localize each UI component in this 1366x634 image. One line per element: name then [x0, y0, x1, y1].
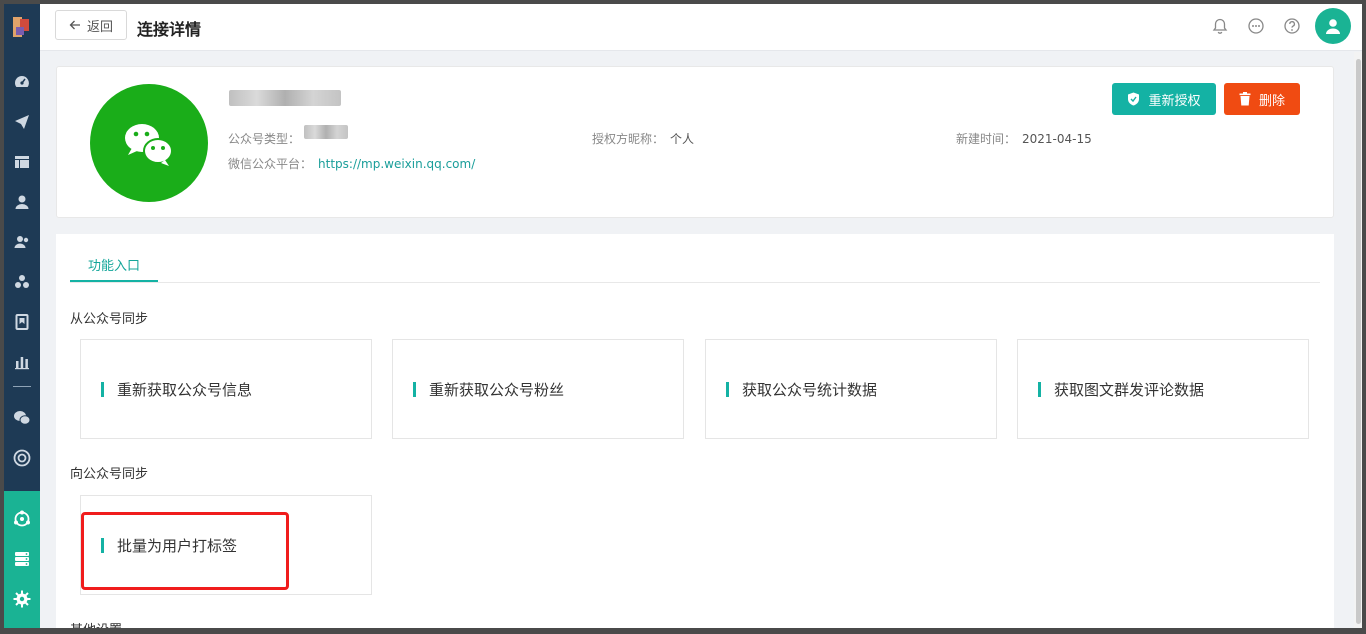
feature-card-label: 获取公众号统计数据	[742, 380, 878, 399]
account-type-redacted	[304, 125, 348, 139]
card-accent-bar	[1038, 381, 1041, 397]
sidebar	[4, 4, 40, 628]
avatar[interactable]	[1315, 8, 1351, 44]
platform: 微信公众平台： https://mp.weixin.qq.com/	[228, 155, 475, 172]
app-window: 返回 连接详情 公众号类型： 授权方昵称： 个人 新建时间： 2021-04-1…	[4, 4, 1362, 628]
section-title-other: 其他设置	[70, 619, 122, 628]
bar-chart-icon[interactable]	[12, 352, 32, 372]
arrow-left-icon	[69, 20, 80, 30]
tab-feature-entry[interactable]: 功能入口	[70, 248, 158, 282]
account-name-redacted	[229, 90, 341, 106]
layout-icon[interactable]	[12, 152, 32, 172]
back-button[interactable]: 返回	[55, 10, 127, 40]
top-bar: 返回 连接详情	[40, 4, 1362, 51]
account-type-label: 公众号类型：	[228, 132, 301, 146]
nickname-value: 个人	[670, 132, 695, 146]
feature-card-label: 获取图文群发评论数据	[1054, 380, 1205, 399]
created-time: 新建时间： 2021-04-15	[956, 130, 1092, 147]
wechat-bubbles-icon	[125, 124, 173, 166]
sidebar-active-group	[4, 491, 40, 628]
card-accent-bar	[101, 381, 104, 397]
app-logo	[13, 17, 29, 37]
tab-divider	[70, 282, 1320, 283]
account-type: 公众号类型：	[228, 130, 300, 147]
feature-card-refresh-fans[interactable]: 重新获取公众号粉丝	[392, 339, 684, 439]
platform-label: 微信公众平台：	[228, 157, 313, 171]
sidebar-divider	[13, 386, 31, 387]
help-icon[interactable]	[1283, 17, 1301, 35]
connection-icon[interactable]	[12, 509, 32, 529]
reauthorize-button[interactable]: 重新授权	[1112, 83, 1216, 115]
section-title-to-account: 向公众号同步	[70, 467, 149, 482]
delete-button[interactable]: 删除	[1224, 83, 1300, 115]
send-icon[interactable]	[12, 112, 32, 132]
users-icon[interactable]	[12, 232, 32, 252]
wechat-icon[interactable]	[12, 408, 32, 428]
feature-card-comments[interactable]: 获取图文群发评论数据	[1017, 339, 1309, 439]
dashboard-icon[interactable]	[12, 72, 32, 92]
group-icon[interactable]	[12, 272, 32, 292]
page-title: 连接详情	[137, 20, 202, 39]
highlight-box	[81, 512, 289, 590]
created-value: 2021-04-15	[1022, 132, 1092, 146]
trash-icon	[1239, 92, 1251, 106]
nickname: 授权方昵称： 个人	[592, 130, 694, 147]
server-icon[interactable]	[12, 549, 32, 569]
account-card: 公众号类型： 授权方昵称： 个人 新建时间： 2021-04-15 微信公众平台： h…	[56, 66, 1334, 218]
user-avatar-icon	[1326, 19, 1340, 34]
message-icon[interactable]	[1247, 17, 1265, 35]
reauthorize-label: 重新授权	[1148, 93, 1201, 109]
feature-card-label: 重新获取公众号信息	[117, 380, 253, 399]
platform-link[interactable]: https://mp.weixin.qq.com/	[318, 157, 475, 171]
feature-card-stats[interactable]: 获取公众号统计数据	[705, 339, 997, 439]
user-icon[interactable]	[12, 192, 32, 212]
card-accent-bar	[413, 381, 416, 397]
scrollbar-thumb[interactable]	[1356, 59, 1361, 624]
feature-card-label: 重新获取公众号粉丝	[429, 380, 565, 399]
shield-icon	[1128, 92, 1140, 106]
delete-label: 删除	[1258, 93, 1285, 109]
wechat-logo	[90, 84, 208, 202]
bell-icon[interactable]	[1211, 17, 1229, 35]
back-button-label: 返回	[86, 19, 113, 35]
section-title-from-account: 从公众号同步	[70, 312, 149, 327]
bookmark-icon[interactable]	[12, 312, 32, 332]
created-label: 新建时间：	[956, 132, 1017, 146]
card-accent-bar	[726, 381, 729, 397]
target-icon[interactable]	[12, 448, 32, 468]
nickname-label: 授权方昵称：	[592, 132, 665, 146]
gear-icon[interactable]	[12, 589, 32, 609]
feature-card-refresh-info[interactable]: 重新获取公众号信息	[80, 339, 372, 439]
